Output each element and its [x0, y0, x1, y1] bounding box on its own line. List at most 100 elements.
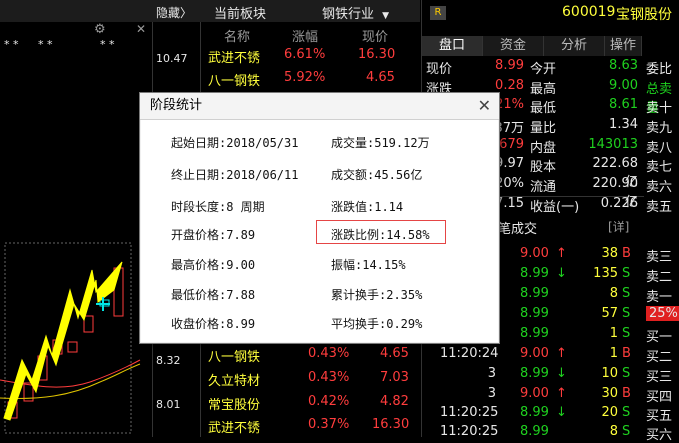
trade-price: 8.99: [520, 286, 549, 301]
tab-funds[interactable]: 资金: [483, 36, 544, 56]
trade-row: 11:20:25 8.99 ↓ 20 S 买五: [422, 405, 679, 424]
trade-volume: 1: [609, 326, 618, 341]
depth-label: 买六: [646, 428, 673, 443]
industry-dropdown[interactable]: 钢铁行业 ▼: [322, 3, 389, 22]
trade-time: 3: [487, 366, 496, 381]
stat-low: 最低价格:7.88: [171, 288, 256, 302]
arrow-down-icon: ↓: [556, 405, 567, 420]
depth-label: 买三: [646, 370, 673, 385]
arrow-up-icon: ↑: [556, 246, 567, 261]
close-icon[interactable]: ✕: [478, 96, 491, 115]
depth-label: 卖八: [646, 141, 673, 156]
trade-volume: 1: [609, 346, 618, 361]
depth-label: 卖五: [646, 200, 673, 215]
trade-volume: 10: [601, 366, 618, 381]
table-row[interactable]: 八一钢铁 0.43% 4.65: [200, 344, 420, 366]
depth-label: 卖七: [646, 160, 673, 175]
arrow-up-icon: ↑: [556, 386, 567, 401]
trade-volume: 57: [601, 306, 618, 321]
quote-value: 8.99: [495, 58, 524, 73]
axis-label: 8.01: [156, 398, 181, 411]
table-row[interactable]: 武进不锈 6.61% 16.30: [200, 45, 420, 67]
quote-value: 8.63: [609, 58, 638, 73]
column-header[interactable]: 现价: [362, 26, 388, 45]
table-row[interactable]: 久立特材 0.43% 7.03: [200, 368, 420, 390]
trade-time: 11:20:25: [440, 405, 499, 420]
column-header[interactable]: 名称: [224, 26, 250, 45]
stock-pct: 0.43%: [308, 346, 350, 361]
tab-operate[interactable]: 操作: [605, 36, 642, 56]
quote-label: 今开: [530, 62, 557, 77]
table-row[interactable]: 常宝股份 0.42% 4.82: [200, 392, 420, 414]
stat-turnover-cum: 累计换手:2.35%: [331, 288, 423, 302]
arrow-up-icon: ↑: [556, 346, 567, 361]
depth-label: 买五: [646, 409, 673, 424]
depth-label: 卖六: [646, 180, 673, 195]
depth-label: 买一: [646, 330, 673, 345]
stock-name: 八一钢铁: [208, 350, 261, 365]
hide-tab[interactable]: 隐藏〉: [156, 4, 192, 21]
trade-row: 11:20:24 9.00 ↑ 1 B 买二: [422, 346, 679, 365]
kline-chart[interactable]: ⚙ ✕ * * * * * *: [0, 0, 153, 437]
quote-value: 8.61: [609, 97, 638, 112]
dialog-body: 起始日期:2018/05/31 终止日期:2018/06/11 时段长度:8 周…: [141, 120, 498, 342]
quote-value: 9.00: [609, 78, 638, 93]
stock-price: 16.30: [372, 417, 410, 432]
trade-price: 8.99: [520, 366, 549, 381]
depth-label: 买四: [646, 390, 673, 405]
stock-price: 4.65: [366, 70, 395, 85]
section-label: 当前板块: [214, 7, 267, 22]
trade-volume: 135: [593, 266, 618, 281]
column-header[interactable]: 涨幅: [292, 26, 318, 45]
depth-label: 买二: [646, 350, 673, 365]
trade-side: S: [622, 405, 631, 420]
stat-change: 涨跌值:1.14: [331, 200, 404, 214]
stat-change-pct: 涨跌比例:14.58%: [331, 228, 430, 242]
detail-link[interactable]: [详]: [608, 218, 629, 235]
stock-name: 武进不锈: [208, 421, 261, 436]
trade-row: 3 9.00 ↑ 30 B 买四: [422, 386, 679, 405]
stat-amount: 成交额:45.56亿: [331, 168, 423, 182]
table-row[interactable]: 八一钢铁 5.92% 4.65: [200, 68, 420, 90]
stock-name-header: 宝钢股份: [616, 7, 672, 23]
axis-label: 8.32: [156, 354, 181, 367]
stat-amplitude: 振幅:14.15%: [331, 258, 406, 272]
quote-label: 最低: [530, 101, 557, 116]
trade-price: 8.99: [520, 306, 549, 321]
stat-open: 开盘价格:7.89: [171, 228, 256, 242]
price-chart-canvas: [0, 242, 141, 434]
quote-value: 0.226: [600, 196, 638, 211]
trade-price: 9.00: [520, 246, 549, 261]
trade-price: 9.00: [520, 386, 549, 401]
trade-volume: 20: [601, 405, 618, 420]
stock-pct: 0.42%: [308, 394, 350, 409]
stock-name: 常宝股份: [208, 398, 261, 413]
trade-side: S: [622, 266, 631, 281]
trade-side: B: [622, 386, 631, 401]
quote-label: 收益(一): [530, 200, 580, 215]
trade-row: 3 8.99 ↓ 10 S 买三: [422, 366, 679, 385]
stock-pct: 5.92%: [284, 70, 326, 85]
table-row[interactable]: 武进不锈 0.37% 16.30: [200, 415, 420, 437]
stat-high: 最高价格:9.00: [171, 258, 256, 272]
stat-close: 收盘价格:8.99: [171, 317, 256, 331]
depth-label: 卖九: [646, 121, 673, 136]
trade-side: S: [622, 306, 631, 321]
trade-volume: 30: [601, 386, 618, 401]
stock-code: 600019: [562, 4, 616, 20]
tab-analysis[interactable]: 分析: [544, 36, 605, 56]
trade-price: 8.99: [520, 405, 549, 420]
stock-name: 武进不锈: [208, 51, 261, 66]
trade-volume: 38: [601, 246, 618, 261]
depth-label: 卖一: [646, 290, 673, 305]
tab-pankou[interactable]: 盘口: [422, 36, 483, 56]
quote-value: 0.28: [495, 78, 524, 93]
stock-price: 16.30: [358, 47, 396, 62]
trade-volume: 8: [609, 286, 618, 301]
quote-label: 流通: [530, 180, 557, 195]
stat-end-date: 终止日期:2018/06/11: [171, 168, 299, 182]
quote-label: 股本: [530, 160, 557, 175]
stock-pct: 0.43%: [308, 370, 350, 385]
stock-name: 八一钢铁: [208, 74, 261, 89]
trade-price: 9.00: [520, 346, 549, 361]
